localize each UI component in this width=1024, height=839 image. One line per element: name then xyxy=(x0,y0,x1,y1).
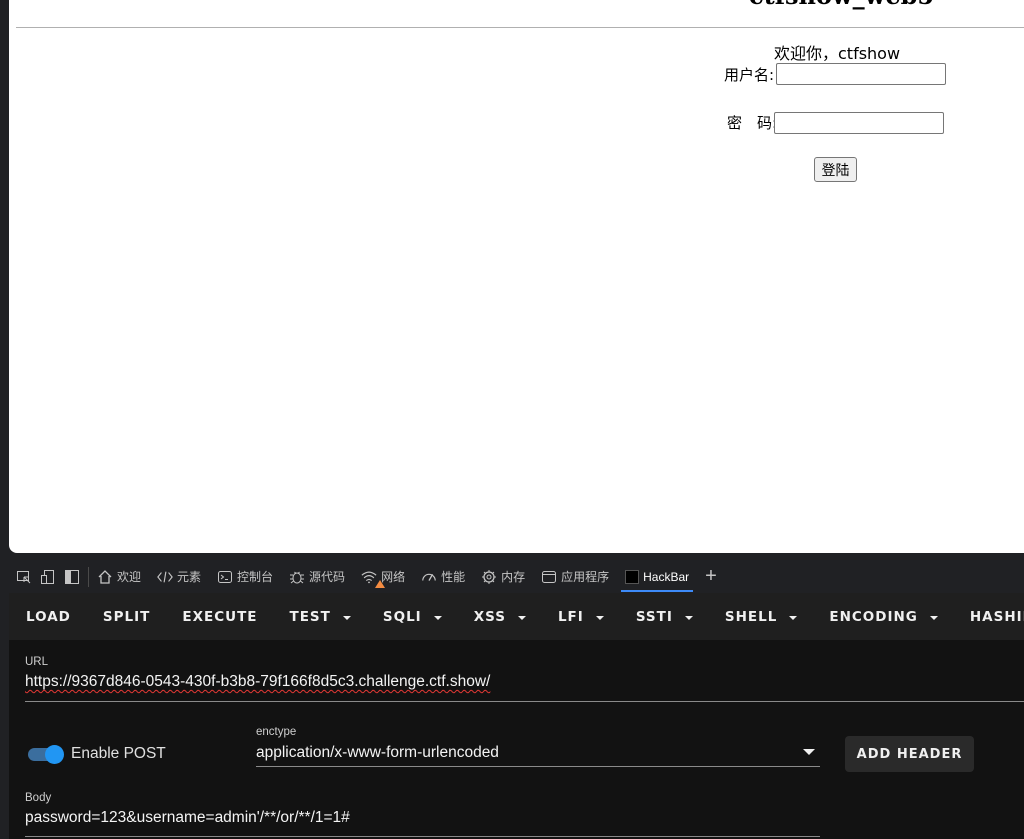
load-button[interactable]: LOAD xyxy=(9,593,87,640)
body-input[interactable]: password=123&username=admin'/**/or/**/1=… xyxy=(25,809,350,827)
hackbar-logo-icon xyxy=(625,569,640,584)
window-icon xyxy=(541,569,557,585)
bug-icon xyxy=(289,569,305,585)
lfi-menu-button[interactable]: LFI xyxy=(542,593,620,640)
shell-label: SHELL xyxy=(724,608,778,625)
chevron-down-icon xyxy=(684,615,693,620)
tab-performance[interactable]: 性能 xyxy=(413,560,473,593)
chevron-down-icon xyxy=(517,615,526,620)
hackbar-panel: LOAD SPLIT EXECUTE TEST SQLI XSS LFI SST… xyxy=(9,593,1024,839)
devtools-left-icons xyxy=(9,566,89,587)
hashing-label: HASHIN xyxy=(969,608,1024,625)
tab-label: 性能 xyxy=(441,570,466,584)
password-input[interactable] xyxy=(774,112,944,134)
welcome-text: 欢迎你，ctfshow xyxy=(774,44,901,63)
tab-label: 内存 xyxy=(501,570,526,584)
enable-post-label: Enable POST xyxy=(71,745,166,762)
url-label: URL xyxy=(25,656,49,668)
split-label: SPLIT xyxy=(102,608,151,625)
ssti-label: SSTI xyxy=(635,608,673,625)
gauge-icon xyxy=(421,569,437,585)
dock-icon[interactable] xyxy=(64,569,80,585)
login-button[interactable]: 登陆 xyxy=(814,157,857,182)
tab-console[interactable]: 控制台 xyxy=(209,560,281,593)
page-viewport: ctfshow_web5 欢迎你，ctfshow 用户名: 密 码: 登陆 xyxy=(9,0,1024,553)
body-label: Body xyxy=(25,792,52,804)
password-label: 密 码: xyxy=(727,114,778,132)
tab-memory[interactable]: 内存 xyxy=(473,560,533,593)
enctype-label: enctype xyxy=(256,726,297,738)
shell-menu-button[interactable]: SHELL xyxy=(709,593,813,640)
dropdown-arrow-icon[interactable] xyxy=(803,749,815,755)
test-label: TEST xyxy=(289,608,331,625)
page-divider xyxy=(16,27,1024,28)
chip-icon xyxy=(481,569,497,585)
test-menu-button[interactable]: TEST xyxy=(274,593,367,640)
username-label: 用户名: xyxy=(724,66,775,84)
chevron-down-icon xyxy=(595,615,604,620)
xss-label: XSS xyxy=(473,608,506,625)
encoding-label: ENCODING xyxy=(829,608,918,625)
console-icon xyxy=(217,569,233,585)
tab-elements[interactable]: 元素 xyxy=(149,560,209,593)
warning-icon xyxy=(375,580,386,588)
tab-label: HackBar xyxy=(643,569,690,584)
chevron-down-icon xyxy=(789,615,798,620)
tab-label: 应用程序 xyxy=(561,570,610,584)
tab-welcome[interactable]: 欢迎 xyxy=(89,560,149,593)
hashing-menu-button[interactable]: HASHIN xyxy=(954,593,1024,640)
ssti-menu-button[interactable]: SSTI xyxy=(620,593,709,640)
body-underline xyxy=(25,836,820,837)
toggle-thumb xyxy=(45,745,64,764)
chevron-down-icon xyxy=(342,615,351,620)
tab-sources[interactable]: 源代码 xyxy=(281,560,353,593)
device-toggle-icon[interactable] xyxy=(40,569,56,585)
home-icon xyxy=(97,569,113,585)
tab-hackbar[interactable]: HackBar xyxy=(617,560,697,593)
tab-label: 控制台 xyxy=(237,570,274,584)
tab-label: 元素 xyxy=(177,570,202,584)
tab-label: 欢迎 xyxy=(117,570,142,584)
tab-network[interactable]: 网络 xyxy=(353,560,413,593)
lfi-label: LFI xyxy=(557,608,584,625)
enctype-select[interactable]: application/x-www-form-urlencoded xyxy=(256,744,499,762)
tab-application[interactable]: 应用程序 xyxy=(533,560,617,593)
encoding-menu-button[interactable]: ENCODING xyxy=(813,593,954,640)
page-title: ctfshow_web5 xyxy=(749,0,934,10)
sqli-label: SQLI xyxy=(382,608,422,625)
url-input[interactable]: https://9367d846-0543-430f-b3b8-79f166f8… xyxy=(25,673,490,691)
enable-post-toggle[interactable] xyxy=(26,745,64,764)
split-button[interactable]: SPLIT xyxy=(87,593,166,640)
plus-icon: + xyxy=(705,565,717,587)
url-underline xyxy=(25,701,1024,702)
hackbar-toolbar: LOAD SPLIT EXECUTE TEST SQLI XSS LFI SST… xyxy=(9,593,1024,640)
inspect-icon[interactable] xyxy=(16,569,32,585)
enctype-underline xyxy=(256,766,820,767)
execute-label: EXECUTE xyxy=(182,608,258,625)
xss-menu-button[interactable]: XSS xyxy=(458,593,542,640)
add-header-button[interactable]: ADD HEADER xyxy=(845,736,974,772)
add-tab-button[interactable]: + xyxy=(697,560,725,593)
chevron-down-icon xyxy=(433,615,442,620)
tab-label: 源代码 xyxy=(309,570,346,584)
load-label: LOAD xyxy=(26,608,71,625)
username-input[interactable] xyxy=(776,63,946,85)
code-icon xyxy=(157,569,173,585)
devtools-tab-bar: 欢迎 元素 控制台 源代码 网络 性能 内存 应用程序 HackBar + xyxy=(9,560,1024,593)
execute-button[interactable]: EXECUTE xyxy=(166,593,273,640)
chevron-down-icon xyxy=(929,615,938,620)
sqli-menu-button[interactable]: SQLI xyxy=(367,593,458,640)
